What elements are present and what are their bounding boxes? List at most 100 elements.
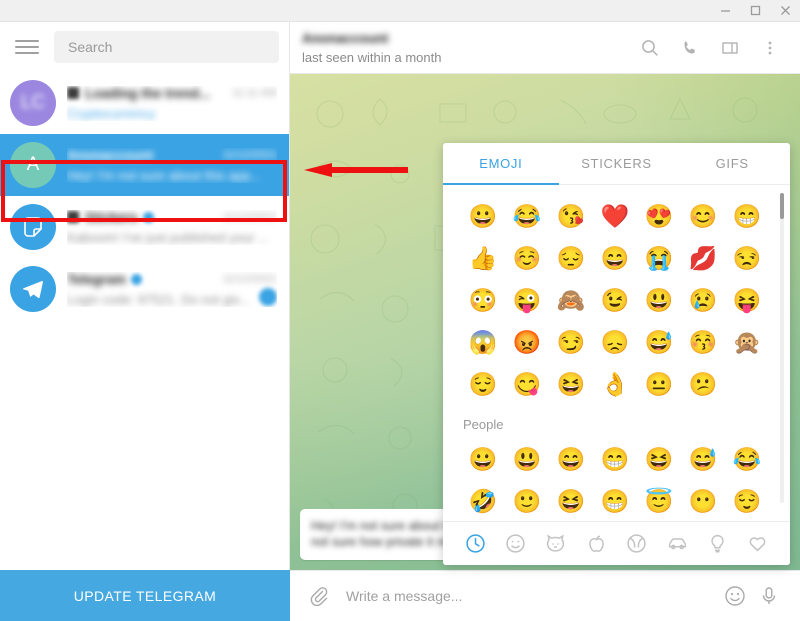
emoji-item[interactable]: 😝 [725, 279, 769, 321]
chat-preview-text: Login code: 97521. Do not giv... [67, 291, 250, 307]
ball-icon[interactable] [623, 530, 651, 558]
chat-list-item[interactable]: Telegram 11/12/2021 Login code: 97521. Do … [0, 258, 289, 320]
emoji-item[interactable]: 😀 [461, 195, 505, 237]
emoji-item[interactable]: 😕 [681, 363, 725, 405]
emoji-item[interactable]: 😏 [549, 321, 593, 363]
avatar-initials: A [26, 154, 40, 175]
emoji-item[interactable]: 😍 [637, 195, 681, 237]
close-button[interactable] [770, 0, 800, 22]
chat-item-texts: Anonaccount 11/12/2021 Hey! I'm not sure a… [67, 148, 277, 183]
emoji-item[interactable]: 😊 [681, 195, 725, 237]
emoji-item[interactable]: 💋 [681, 237, 725, 279]
sticker-icon [24, 217, 42, 237]
emoji-item[interactable]: 😁 [593, 480, 637, 521]
hamburger-menu-icon[interactable] [12, 32, 42, 62]
emoji-item[interactable]: 🙈 [549, 279, 593, 321]
microphone-icon[interactable] [752, 579, 786, 613]
emoji-panel-tabs: EMOJI STICKERS GIFS [443, 143, 790, 185]
emoji-item[interactable]: 😀 [461, 438, 505, 480]
emoji-item[interactable]: 😇 [637, 480, 681, 521]
chat-list-item[interactable]: A Anonaccount 11/12/2021 Hey! I'm not sure … [0, 134, 289, 196]
emoji-item[interactable]: 😭 [637, 237, 681, 279]
emoji-item[interactable]: 😃 [637, 279, 681, 321]
emoji-item[interactable]: ☺️ [505, 237, 549, 279]
emoji-item[interactable]: 😚 [681, 321, 725, 363]
emoji-scrollbar[interactable] [780, 193, 784, 503]
heart-icon[interactable] [744, 530, 772, 558]
search-input[interactable]: Search [54, 31, 279, 63]
avatar-initials: LC [20, 92, 46, 113]
chat-preview-text: Kaboom! I've just published your ... [67, 229, 269, 245]
emoji-tab-emoji[interactable]: EMOJI [443, 143, 559, 185]
emoji-item[interactable]: 😉 [593, 279, 637, 321]
emoji-item[interactable]: 😢 [681, 279, 725, 321]
emoji-item[interactable]: 😁 [725, 195, 769, 237]
emoji-tab-stickers[interactable]: STICKERS [559, 143, 675, 184]
emoji-item[interactable]: 😂 [505, 195, 549, 237]
chat-list-item[interactable]: Stickers 11/12/2021 Kaboom! I've just publ… [0, 196, 289, 258]
sidebar: Search LC Loading the trend... 11:11 AM Cry… [0, 22, 290, 621]
emoji-scrollbar-thumb[interactable] [780, 193, 784, 219]
apple-icon[interactable] [582, 530, 610, 558]
emoji-item[interactable]: 😆 [549, 480, 593, 521]
chat-item-texts: Telegram 11/12/2021 Login code: 97521. Do … [67, 272, 277, 307]
more-vertical-icon[interactable] [750, 28, 790, 68]
chat-list-item[interactable]: LC Loading the trend... 11:11 AM Cryptocurr… [0, 72, 289, 134]
maximize-button[interactable] [740, 0, 770, 22]
chat-item-preview-line: Cryptocurrency [67, 101, 277, 121]
emoji-item[interactable]: 👌 [593, 363, 637, 405]
emoji-item[interactable]: 😞 [593, 321, 637, 363]
emoji-item[interactable]: 😒 [725, 237, 769, 279]
emoji-item[interactable]: 😆 [637, 438, 681, 480]
cat-icon[interactable] [542, 530, 570, 558]
emoji-item[interactable]: 😁 [593, 438, 637, 480]
search-placeholder: Search [68, 39, 113, 55]
smiley-icon[interactable] [718, 579, 752, 613]
emoji-item[interactable]: 😋 [505, 363, 549, 405]
telegram-plane-icon [22, 280, 43, 299]
chat-header-info[interactable]: Anonaccount last seen within a month [302, 31, 630, 65]
car-icon[interactable] [663, 530, 691, 558]
emoji-item[interactable]: 😃 [505, 438, 549, 480]
chat-item-texts: Stickers 11/12/2021 Kaboom! I've just publ… [67, 210, 277, 245]
emoji-item[interactable]: 😐 [637, 363, 681, 405]
emoji-item[interactable]: 🙊 [725, 321, 769, 363]
emoji-tab-gifs[interactable]: GIFS [674, 143, 790, 184]
chat-item-texts: Loading the trend... 11:11 AM Cryptocurren… [67, 86, 277, 121]
chat-timestamp: 11/12/2021 [222, 273, 277, 285]
emoji-item[interactable]: ❤️ [593, 195, 637, 237]
emoji-item[interactable]: 😜 [505, 279, 549, 321]
emoji-item[interactable]: 😌 [461, 363, 505, 405]
paperclip-icon[interactable] [302, 579, 336, 613]
emoji-item[interactable]: 😡 [505, 321, 549, 363]
emoji-item[interactable]: 😶 [681, 480, 725, 521]
recent-clock-icon[interactable] [461, 530, 489, 558]
chat-preview-text: Cryptocurrency [67, 105, 156, 121]
lightbulb-icon[interactable] [703, 530, 731, 558]
chat-item-preview-line: Kaboom! I've just published your ... [67, 225, 277, 245]
search-icon[interactable] [630, 28, 670, 68]
emoji-item[interactable]: 😄 [549, 438, 593, 480]
emoji-item[interactable]: 😄 [593, 237, 637, 279]
emoji-item[interactable]: 😌 [725, 480, 769, 521]
emoji-item[interactable]: 😅 [637, 321, 681, 363]
emoji-item[interactable]: 😔 [549, 237, 593, 279]
update-telegram-button[interactable]: UPDATE TELEGRAM [0, 570, 290, 621]
emoji-item[interactable]: 😂 [725, 438, 769, 480]
smiley-icon[interactable] [502, 530, 530, 558]
emoji-item[interactable]: 😳 [461, 279, 505, 321]
emoji-item[interactable]: 😅 [681, 438, 725, 480]
emoji-item[interactable]: 😆 [549, 363, 593, 405]
emoji-item[interactable]: 🤣 [461, 480, 505, 521]
message-input[interactable]: Write a message... [336, 588, 718, 604]
chat-item-preview-line: Login code: 97521. Do not giv... [67, 287, 277, 307]
emoji-item[interactable]: 👍 [461, 237, 505, 279]
minimize-button[interactable] [710, 0, 740, 22]
panel-toggle-icon[interactable] [710, 28, 750, 68]
phone-icon[interactable] [670, 28, 710, 68]
emoji-scroll-area[interactable]: 😀 😂 😘 ❤️ 😍 😊 😁 👍 ☺️ 😔 😄 😭 💋 😒 😳 😜 🙈 😉 😃 😢 😝 😱 😡 😏 😞 😅 😚 🙊 😌 😋 😆 👌 😐 😕 Peo… [443, 185, 790, 521]
emoji-item[interactable]: 🙂 [505, 480, 549, 521]
chat-name-wrap: Stickers [67, 210, 154, 225]
emoji-item[interactable]: 😱 [461, 321, 505, 363]
emoji-item[interactable]: 😘 [549, 195, 593, 237]
